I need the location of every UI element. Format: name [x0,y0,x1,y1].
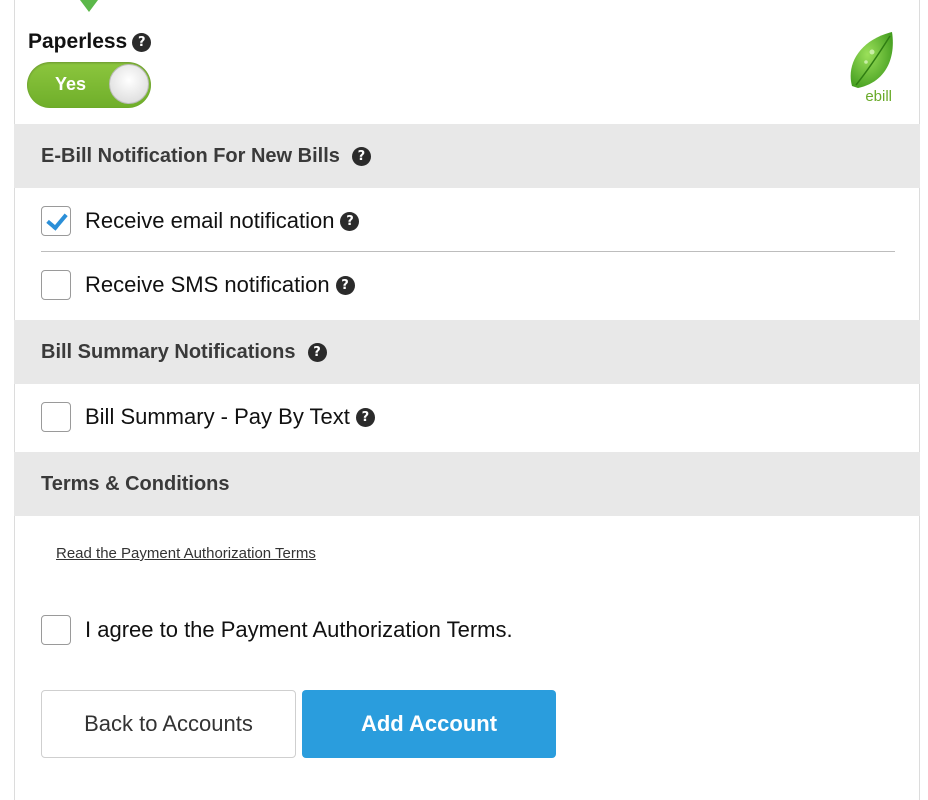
pay-by-text-help-icon[interactable]: ? [355,407,375,427]
ebill-notification-help-icon[interactable]: ? [351,146,371,166]
toggle-knob [109,64,149,104]
agree-terms-row[interactable]: I agree to the Payment Authorization Ter… [41,615,513,645]
pay-by-text-row[interactable]: Bill Summary - Pay By Text ? [41,402,375,432]
ebill-notification-header: E-Bill Notification For New Bills ? [14,124,920,188]
divider [41,251,895,252]
email-notification-row[interactable]: Receive email notification ? [41,206,360,236]
email-notification-checkbox[interactable] [41,206,71,236]
email-notification-label: Receive email notification [85,208,335,233]
paperless-toggle-label: Yes [55,74,87,94]
bill-summary-title: Bill Summary Notifications [41,340,296,363]
paperless-label-row: Paperless ? [28,30,152,54]
paperless-label: Paperless [28,30,128,53]
form-panel [14,0,920,800]
sms-notification-label: Receive SMS notification [85,272,330,297]
add-account-button[interactable]: Add Account [302,690,556,758]
sms-notification-help-icon[interactable]: ? [335,275,355,295]
paperless-toggle[interactable]: Yes [27,62,151,108]
agree-terms-checkbox[interactable] [41,615,71,645]
paperless-help-icon[interactable]: ? [132,32,152,52]
terms-title: Terms & Conditions [41,472,230,495]
bill-summary-help-icon[interactable]: ? [307,342,327,362]
indicator-arrow-icon [80,0,98,12]
sms-notification-checkbox[interactable] [41,270,71,300]
sms-notification-row[interactable]: Receive SMS notification ? [41,270,355,300]
payment-terms-link[interactable]: Read the Payment Authorization Terms [56,545,316,562]
ebill-logo-text: ebill [865,88,892,105]
email-notification-help-icon[interactable]: ? [340,211,360,231]
agree-terms-label: I agree to the Payment Authorization Ter… [85,617,513,642]
back-to-accounts-button[interactable]: Back to Accounts [41,690,296,758]
bill-summary-header: Bill Summary Notifications ? [14,320,920,384]
pay-by-text-label: Bill Summary - Pay By Text [85,404,350,429]
pay-by-text-checkbox[interactable] [41,402,71,432]
terms-header: Terms & Conditions [14,452,920,516]
ebill-notification-title: E-Bill Notification For New Bills [41,144,340,167]
